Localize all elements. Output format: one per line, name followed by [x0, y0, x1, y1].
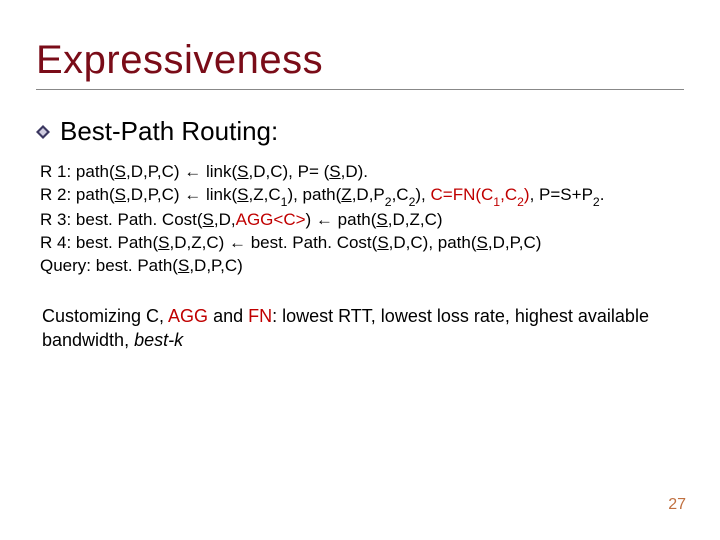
r1-S3: S [329, 162, 340, 181]
r4-c: ,D,C), path( [389, 233, 477, 252]
r2-tail-a: , P=S+P [530, 185, 593, 204]
note-fn: FN [248, 306, 272, 326]
r2-p2b: 2 [593, 195, 600, 209]
r1-label: R 1: [40, 162, 71, 181]
r1-t0: path( [76, 162, 115, 181]
r2-tail-b: . [600, 185, 605, 204]
r3-agg: AGG<C> [236, 210, 306, 229]
r2-c1: 1 [281, 195, 288, 209]
r2-S2: S [237, 185, 248, 204]
r4-d: ,D,P,C) [488, 233, 542, 252]
r2-m4: ), [415, 185, 430, 204]
r2-m1: ), path( [287, 185, 341, 204]
page-number: 27 [668, 496, 686, 514]
r2-m3: ,C [392, 185, 409, 204]
r2-m2: ,D,P [352, 185, 385, 204]
r4-S1: S [158, 233, 169, 252]
note-mid: and [208, 306, 248, 326]
r3-label: R 3: [40, 210, 71, 229]
r3-d: ,D,Z,C) [388, 210, 443, 229]
r2-a2: ,D,P,C) ← link( [126, 185, 237, 204]
r2-c2a: 2 [409, 195, 416, 209]
customizing-note: Customizing C, AGG and FN: lowest RTT, l… [42, 304, 684, 353]
r2-fn-a: C=FN(C [430, 185, 493, 204]
slide-title: Expressiveness [36, 38, 684, 83]
rules-block: R 1: path(S,D,P,C) ← link(S,D,C), P= (S,… [40, 161, 684, 278]
r4-label: R 4: [40, 233, 71, 252]
rule-r3: R 3: best. Path. Cost(S,D,AGG<C>) ← path… [40, 209, 684, 232]
r1-S2: S [237, 162, 248, 181]
query-a: best. Path( [91, 256, 178, 275]
r2-fn-c2: 2 [517, 195, 524, 209]
r3-a: best. Path. Cost( [76, 210, 203, 229]
note-agg: AGG [168, 306, 208, 326]
r4-a: best. Path( [76, 233, 158, 252]
r3-c: ) ← path( [306, 210, 377, 229]
r2-fn-m: ,C [500, 185, 517, 204]
rule-r1: R 1: path(S,D,P,C) ← link(S,D,C), P= (S,… [40, 161, 684, 184]
r3-S2: S [376, 210, 387, 229]
r2-p2: 2 [385, 195, 392, 209]
r1-t2: ,D,P,C) ← link( [126, 162, 237, 181]
r2-Z: Z [341, 185, 351, 204]
r4-S2: S [377, 233, 388, 252]
r2-S1: S [115, 185, 126, 204]
r3-S1: S [203, 210, 214, 229]
diamond-bullet-icon [36, 125, 50, 139]
r2-a4: ,Z,C [249, 185, 281, 204]
query-label: Query: [40, 256, 91, 275]
r2-fn-c1: 1 [493, 195, 500, 209]
note-prefix: Customizing C, [42, 306, 168, 326]
r1-t4: ,D,C), P= ( [249, 162, 330, 181]
r2-label: R 2: [40, 185, 71, 204]
sub-heading: Best-Path Routing: [60, 116, 278, 147]
r3-b: ,D, [214, 210, 236, 229]
title-rule [36, 89, 684, 90]
rule-r2: R 2: path(S,D,P,C) ← link(S,Z,C1), path(… [40, 184, 684, 209]
r4-b: ,D,Z,C) ← best. Path. Cost( [169, 233, 377, 252]
slide: Expressiveness Best-Path Routing: R 1: p… [0, 0, 720, 540]
r4-S3: S [477, 233, 488, 252]
rule-r4: R 4: best. Path(S,D,Z,C) ← best. Path. C… [40, 232, 684, 255]
r2-a0: path( [76, 185, 115, 204]
note-bestk: best-k [134, 330, 183, 350]
sub-heading-row: Best-Path Routing: [36, 116, 684, 147]
rule-query: Query: best. Path(S,D,P,C) [40, 255, 684, 278]
query-S: S [178, 256, 189, 275]
query-b: ,D,P,C) [189, 256, 243, 275]
r1-S1: S [115, 162, 126, 181]
r1-t6: ,D). [341, 162, 368, 181]
